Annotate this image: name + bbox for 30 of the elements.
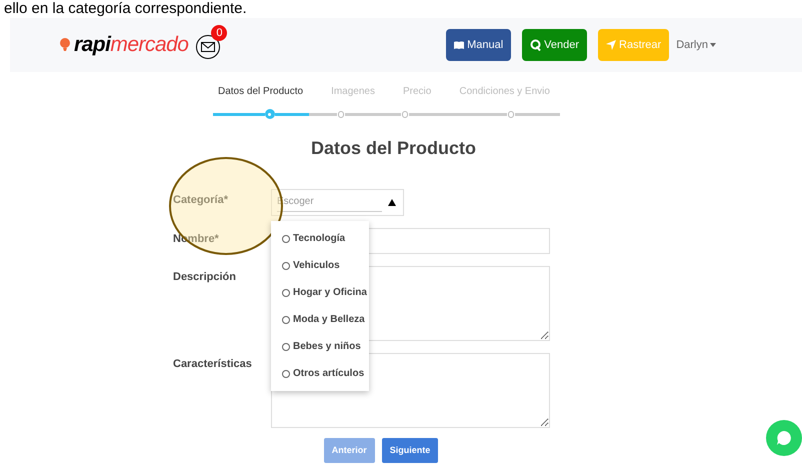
dropdown-option[interactable]: Bebes y niños xyxy=(271,333,369,360)
field-label: Descripción xyxy=(173,270,237,285)
field-label: Categoría* xyxy=(173,193,230,208)
radio-button[interactable] xyxy=(282,342,290,350)
book-icon xyxy=(454,41,464,49)
nav-button[interactable]: Manual xyxy=(446,29,512,61)
radio-button[interactable] xyxy=(282,288,290,296)
up-triangle-icon xyxy=(388,199,396,206)
step-button[interactable]: Siguiente xyxy=(382,438,438,463)
dropdown-option[interactable]: Vehiculos xyxy=(271,252,369,279)
q-icon xyxy=(530,39,542,51)
radio-button[interactable] xyxy=(282,316,290,324)
user-menu[interactable]: Darlyn xyxy=(676,36,716,54)
step-tab[interactable]: Datos del Producto xyxy=(218,84,304,99)
field-label: Características xyxy=(173,357,253,372)
nav-button[interactable]: Vender xyxy=(522,29,588,61)
logo-text[interactable]: rapimercado xyxy=(74,29,188,61)
form-title: Datos del Producto xyxy=(310,137,476,160)
radio-button[interactable] xyxy=(282,262,290,270)
location-arrow-icon xyxy=(606,40,616,50)
caption-text: ello en la categoría correspondiente. xyxy=(3,0,248,18)
dropdown-option[interactable]: Otros artículos xyxy=(271,360,369,387)
balloon-icon xyxy=(60,38,70,52)
dropdown-option[interactable]: Moda y Belleza xyxy=(271,306,369,333)
notification-badge: 0 xyxy=(211,25,228,41)
caret-icon xyxy=(710,43,716,47)
radio-button[interactable] xyxy=(282,370,290,378)
dropdown-option[interactable]: Hogar y Oficina xyxy=(271,279,369,306)
dropdown-option[interactable]: Tecnología xyxy=(271,225,369,252)
radio-button[interactable] xyxy=(282,234,290,242)
